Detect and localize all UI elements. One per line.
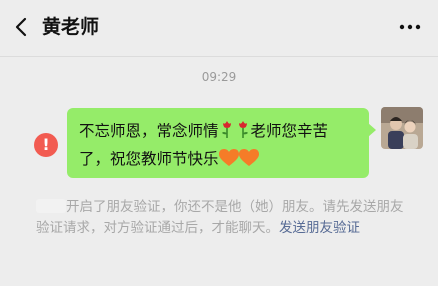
orange-heart-icon (218, 149, 239, 175)
send-failed-icon[interactable]: ! (34, 133, 58, 157)
send-verification-link[interactable]: 发送朋友验证 (279, 220, 360, 236)
chat-title: 黄老师 (42, 16, 100, 38)
message-text-part1: 不忘师恩，常念师情 (79, 122, 219, 140)
bubble-tail (368, 123, 376, 137)
rose-icon (219, 119, 235, 147)
more-horizontal-icon (399, 24, 421, 30)
avatar-photo (381, 107, 423, 149)
top-bar: 黄老师 (0, 0, 438, 56)
more-button[interactable] (398, 19, 422, 35)
orange-heart-icon (238, 149, 259, 175)
back-button[interactable] (8, 14, 34, 40)
avatar[interactable] (381, 107, 423, 149)
header-divider (0, 56, 438, 57)
blurred-name (36, 199, 66, 213)
message-bubble[interactable]: 不忘师恩，常念师情 老师您辛苦了，祝您教师节快乐 (67, 108, 369, 178)
friend-verification-notice: 开启了朋友验证，你还不是他（她）朋友。请先发送朋友验证请求，对方验证通过后，才能… (36, 197, 408, 239)
message-timestamp: 09:29 (201, 70, 237, 84)
chevron-left-icon (15, 17, 27, 37)
rose-icon (235, 119, 251, 147)
